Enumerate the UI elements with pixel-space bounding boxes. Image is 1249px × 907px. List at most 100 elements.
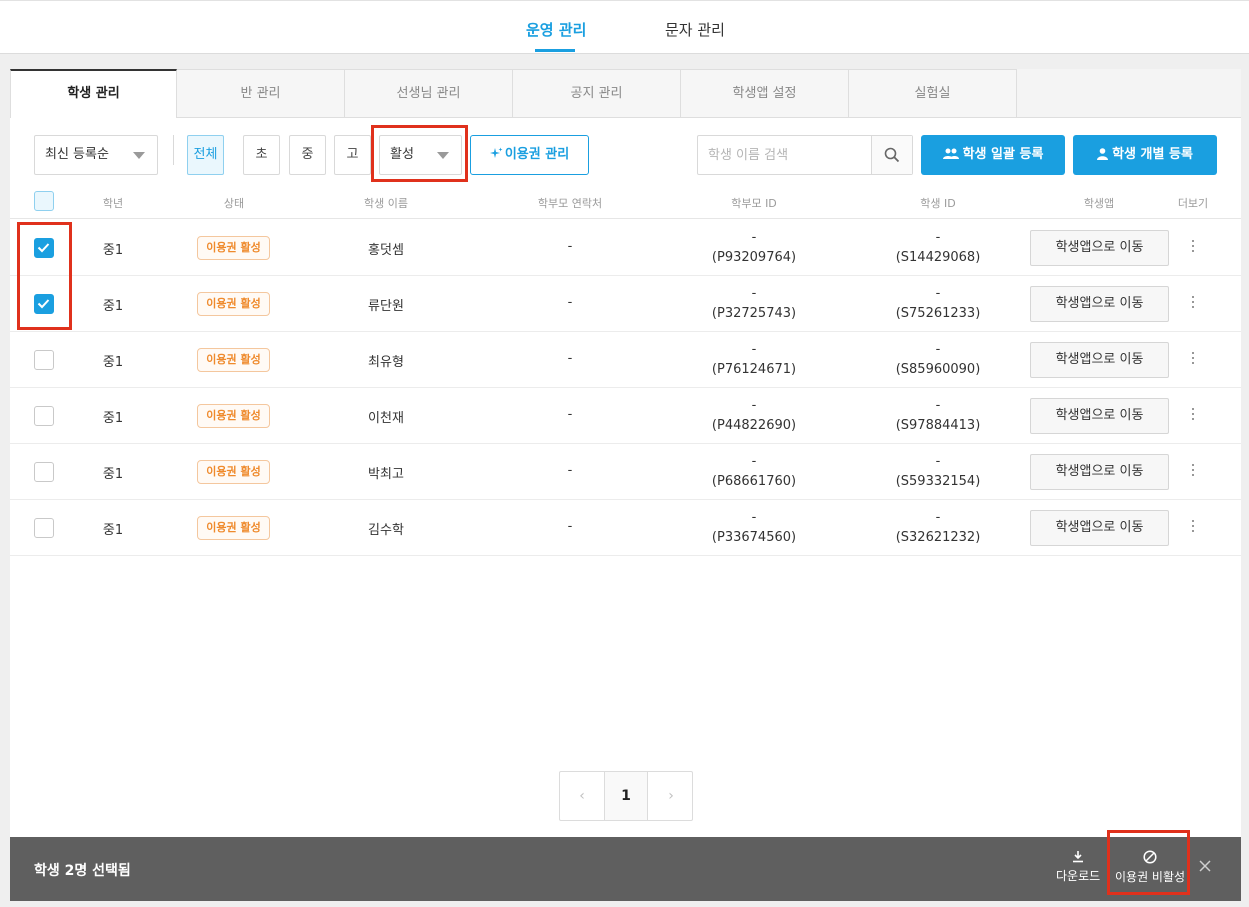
col-parent-id: 학부모 ID: [731, 197, 777, 210]
parent-id-placeholder: -: [751, 510, 757, 525]
go-to-student-app-button[interactable]: 학생앱으로 이동: [1030, 342, 1169, 378]
search-box: [697, 135, 913, 175]
subtab-teachers[interactable]: 선생님 관리: [345, 69, 513, 118]
sort-select[interactable]: 최신 등록순: [34, 135, 158, 175]
parent-id-value: (P76124671): [711, 362, 797, 377]
people-icon: [942, 148, 959, 159]
bulk-register-button[interactable]: 학생 일괄 등록: [921, 135, 1065, 175]
parent-id-value: (P44822690): [711, 418, 797, 433]
pagination: ‹ 1 ›: [559, 771, 693, 821]
row-checkbox[interactable]: [34, 518, 54, 538]
parent-id-placeholder: -: [751, 454, 757, 469]
parent-id-value: (P68661760): [711, 474, 797, 489]
student-name-cell: 김수학: [368, 523, 404, 538]
select-all-checkbox[interactable]: [34, 191, 54, 211]
page-1-button[interactable]: 1: [604, 772, 648, 820]
col-student-id: 학생 ID: [920, 197, 956, 210]
student-id-cell: - (S85960090): [896, 340, 981, 380]
grade-chip-middle[interactable]: 중: [289, 135, 326, 175]
status-badge: 이용권 활성: [197, 404, 270, 428]
tab-messages[interactable]: 문자 관리: [665, 19, 725, 40]
table-row: 중1 이용권 활성 김수학 - - (P33674560) - (S32621232…: [10, 500, 1241, 556]
more-icon[interactable]: [1191, 352, 1195, 366]
parent-contact-cell: -: [567, 519, 573, 534]
go-to-student-app-button[interactable]: 학생앱으로 이동: [1030, 454, 1169, 490]
student-name-cell: 박최고: [368, 467, 404, 482]
row-checkbox[interactable]: [34, 350, 54, 370]
row-checkbox[interactable]: [34, 294, 54, 314]
student-id-value: (S14429068): [895, 250, 981, 265]
go-to-student-app-button[interactable]: 학생앱으로 이동: [1030, 230, 1169, 266]
row-checkbox[interactable]: [34, 238, 54, 258]
person-icon: [1097, 148, 1109, 160]
student-id-cell: - (S14429068): [896, 228, 981, 268]
download-button[interactable]: 다운로드: [1056, 850, 1100, 884]
deactivate-ticket-button[interactable]: 이용권 비활성: [1115, 850, 1185, 885]
parent-id-placeholder: -: [751, 398, 757, 413]
active-tab-indicator: [535, 49, 575, 52]
subtab-notices[interactable]: 공지 관리: [513, 69, 681, 118]
parent-id-value: (P93209764): [711, 250, 797, 265]
parent-id-cell: - (P33674560): [712, 508, 796, 548]
col-student-name: 학생 이름: [364, 197, 408, 210]
student-id-value: (S32621232): [895, 530, 981, 545]
search-input[interactable]: [698, 136, 872, 174]
more-icon[interactable]: [1191, 520, 1195, 534]
status-badge: 이용권 활성: [197, 292, 270, 316]
go-to-student-app-button[interactable]: 학생앱으로 이동: [1030, 510, 1169, 546]
next-page-button[interactable]: ›: [649, 772, 693, 820]
table-row: 중1 이용권 활성 최유형 - - (P76124671) - (S85960090…: [10, 332, 1241, 388]
go-to-student-app-button[interactable]: 학생앱으로 이동: [1030, 286, 1169, 322]
selection-count-text: 학생 2명 선택됨: [34, 863, 131, 879]
go-to-student-app-button[interactable]: 학생앱으로 이동: [1030, 398, 1169, 434]
parent-id-cell: - (P93209764): [712, 228, 796, 268]
table-row: 중1 이용권 활성 류단원 - - (P32725743) - (S75261233…: [10, 276, 1241, 332]
student-id-cell: - (S32621232): [896, 508, 981, 548]
status-select[interactable]: 활성: [379, 135, 462, 175]
tab-operations[interactable]: 운영 관리: [526, 19, 586, 40]
row-checkbox[interactable]: [34, 406, 54, 426]
more-icon[interactable]: [1191, 408, 1195, 422]
subtab-lab[interactable]: 실험실: [849, 69, 1017, 118]
search-button[interactable]: [871, 136, 912, 174]
more-icon[interactable]: [1191, 464, 1195, 478]
more-icon[interactable]: [1191, 240, 1195, 254]
sparkle-icon: [489, 147, 503, 158]
grade-chip-elementary[interactable]: 초: [243, 135, 280, 175]
parent-contact-cell: -: [567, 239, 573, 254]
grade-cell: 중1: [102, 355, 124, 370]
parent-id-cell: - (P76124671): [712, 340, 796, 380]
sub-tabs: 학생 관리 반 관리 선생님 관리 공지 관리 학생앱 설정 실험실: [10, 69, 1241, 118]
grade-chip-high[interactable]: 고: [334, 135, 371, 175]
more-icon[interactable]: [1191, 296, 1195, 310]
parent-id-cell: - (P32725743): [712, 284, 796, 324]
student-id-value: (S59332154): [895, 474, 981, 489]
prev-page-button[interactable]: ‹: [560, 772, 604, 820]
student-id-placeholder: -: [935, 510, 941, 525]
ticket-manage-button[interactable]: 이용권 관리: [470, 135, 589, 175]
parent-id-placeholder: -: [751, 230, 757, 245]
grade-cell: 중1: [102, 411, 124, 426]
subtab-app-settings[interactable]: 학생앱 설정: [681, 69, 849, 118]
subtab-students[interactable]: 학생 관리: [10, 69, 177, 118]
parent-id-placeholder: -: [751, 286, 757, 301]
subtab-classes[interactable]: 반 관리: [177, 69, 345, 118]
table-row: 중1 이용권 활성 이천재 - - (P44822690) - (S97884413…: [10, 388, 1241, 444]
parent-id-cell: - (P68661760): [712, 452, 796, 492]
close-icon[interactable]: [1198, 859, 1214, 875]
student-id-value: (S75261233): [895, 306, 981, 321]
grade-chip-all[interactable]: 전체: [187, 135, 224, 175]
grade-cell: 중1: [102, 299, 124, 314]
deactivate-ticket-label: 이용권 비활성: [1115, 870, 1186, 884]
student-id-placeholder: -: [935, 398, 941, 413]
chevron-down-icon: [437, 152, 449, 159]
col-more: 더보기: [1177, 197, 1209, 210]
col-grade: 학년: [102, 197, 124, 210]
student-name-cell: 이천재: [368, 411, 404, 426]
parent-id-placeholder: -: [751, 342, 757, 357]
download-label: 다운로드: [1056, 869, 1101, 883]
toolbar-divider: [173, 135, 174, 165]
status-badge: 이용권 활성: [197, 348, 270, 372]
single-register-button[interactable]: 학생 개별 등록: [1073, 135, 1217, 175]
row-checkbox[interactable]: [34, 462, 54, 482]
